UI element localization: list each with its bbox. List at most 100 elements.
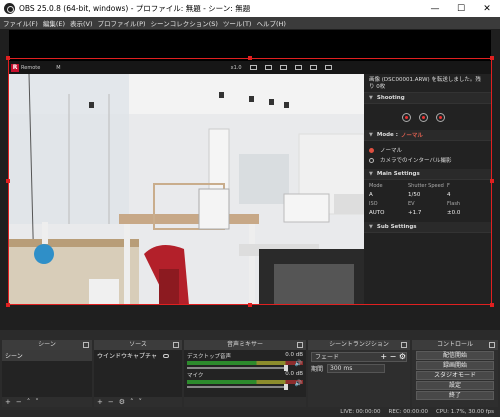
scene-item[interactable]: シーン bbox=[2, 350, 92, 361]
popout-icon[interactable] bbox=[83, 342, 89, 348]
sources-dock-header: ソース bbox=[94, 340, 182, 350]
menu-help[interactable]: ヘルプ(H) bbox=[256, 18, 285, 28]
volume-slider[interactable] bbox=[187, 384, 288, 390]
histogram-icon[interactable] bbox=[324, 65, 332, 70]
camera-settings-panel: 画像 (DSC00001.ARW) を転送しました。残り 0枚 ▼ Shooti… bbox=[364, 74, 491, 305]
setting-value-mode[interactable]: A bbox=[369, 192, 408, 198]
minimize-button[interactable]: — bbox=[422, 4, 448, 14]
record-button-icon[interactable] bbox=[402, 112, 411, 122]
menu-profile[interactable]: プロファイル(P) bbox=[98, 18, 146, 28]
sources-title: ソース bbox=[129, 341, 147, 348]
mixer-channel-mic: マイク 0.0 dB 🔊 bbox=[184, 369, 306, 390]
refresh-icon[interactable] bbox=[249, 65, 257, 70]
transitions-title: シーントランジション bbox=[329, 341, 389, 348]
down-icon[interactable]: ˅ bbox=[35, 398, 39, 406]
mixer-channel-desktop: デスクトップ音声 0.0 dB 🔊 bbox=[184, 350, 306, 371]
radio-selected-icon[interactable] bbox=[369, 147, 374, 153]
radio-icon[interactable] bbox=[369, 157, 374, 163]
speaker-icon[interactable]: 🔊 bbox=[295, 380, 302, 387]
speaker-icon[interactable]: 🔊 bbox=[295, 360, 302, 367]
setting-label-f: F bbox=[447, 183, 450, 189]
popout-icon[interactable] bbox=[173, 342, 179, 348]
cpu-status: CPU: 1.7%, 30.00 fps bbox=[435, 409, 494, 415]
focus-icon[interactable] bbox=[279, 65, 287, 70]
add-icon[interactable]: + bbox=[97, 398, 103, 406]
remove-icon[interactable]: − bbox=[16, 398, 22, 406]
sub-settings-header[interactable]: ▼ Sub Settings bbox=[364, 222, 491, 233]
source-item-label: ウインドウキャプチャ bbox=[97, 353, 157, 360]
duration-input[interactable]: 300 ms bbox=[327, 364, 386, 373]
overlay-icon[interactable] bbox=[309, 65, 317, 70]
up-icon[interactable]: ˄ bbox=[27, 398, 31, 406]
shooting-section-header[interactable]: ▼ Shooting bbox=[364, 93, 491, 104]
setting-value-ev[interactable]: +1.7 bbox=[408, 210, 447, 216]
down-icon[interactable]: ˅ bbox=[139, 398, 143, 406]
setting-value-shutter[interactable]: 1/50 bbox=[408, 192, 447, 198]
chevron-down-icon: ▼ bbox=[369, 132, 373, 138]
scenes-dock-header: シーン bbox=[2, 340, 92, 350]
camera-live-view bbox=[9, 74, 364, 305]
setting-label-flash: Flash bbox=[447, 201, 461, 207]
shooting-title: Shooting bbox=[376, 95, 405, 101]
mode-section-header[interactable]: ▼ Mode : ノーマル bbox=[364, 130, 491, 141]
transfer-message: 画像 (DSC00001.ARW) を転送しました。残り 0枚 bbox=[364, 74, 491, 93]
add-remove-transition-icons[interactable]: + − ⚙ bbox=[380, 352, 406, 361]
menu-file[interactable]: ファイル(F) bbox=[3, 18, 38, 28]
obs-app-icon bbox=[4, 3, 15, 14]
up-icon[interactable]: ˄ bbox=[130, 398, 134, 406]
start-recording-button[interactable]: 録画開始 bbox=[416, 361, 494, 370]
popout-icon[interactable] bbox=[401, 342, 407, 348]
channel-name: デスクトップ音声 bbox=[187, 354, 232, 360]
main-settings-header[interactable]: ▼ Main Settings bbox=[364, 169, 491, 180]
add-icon[interactable]: + bbox=[5, 398, 11, 406]
studio-mode-button[interactable]: スタジオモード bbox=[416, 371, 494, 380]
mixer-body: デスクトップ音声 0.0 dB 🔊 マイク 0.0 dB 🔊 bbox=[184, 350, 306, 397]
grid-icon[interactable] bbox=[264, 65, 272, 70]
transitions-dock-header: シーントランジション bbox=[308, 340, 410, 350]
timelapse-button-icon[interactable] bbox=[436, 112, 445, 122]
channel-db: 0.0 dB bbox=[285, 352, 303, 358]
rec-status: REC: 00:00:00 bbox=[388, 409, 428, 415]
chevron-down-icon: ▼ bbox=[369, 224, 373, 230]
mode-option-interval[interactable]: カメラでのインターバル撮影 bbox=[369, 156, 486, 164]
scenes-title: シーン bbox=[38, 341, 56, 348]
mode-option-normal[interactable]: ノーマル bbox=[369, 146, 486, 154]
mode-option-normal-label: ノーマル bbox=[380, 148, 403, 154]
office-scene-image bbox=[9, 74, 364, 305]
remove-icon[interactable]: − bbox=[108, 398, 114, 406]
menu-edit[interactable]: 編集(E) bbox=[43, 18, 65, 28]
setting-value-flash[interactable]: ±0.0 bbox=[447, 210, 486, 216]
exit-button[interactable]: 終了 bbox=[416, 391, 494, 400]
maximize-button[interactable]: ☐ bbox=[448, 4, 474, 14]
duration-row: 期間 300 ms bbox=[308, 364, 410, 373]
shutter-button-icon[interactable] bbox=[419, 112, 428, 122]
menu-tools[interactable]: ツール(T) bbox=[223, 18, 252, 28]
mode-value: ノーマル bbox=[400, 133, 423, 139]
menu-scene-collection[interactable]: シーンコレクション(S) bbox=[151, 18, 218, 28]
setting-value-f[interactable]: 4 bbox=[447, 192, 486, 198]
popout-icon[interactable] bbox=[297, 342, 303, 348]
camera-remote-toolbar: R Remote M x1.0 bbox=[9, 61, 491, 74]
channel-db: 0.0 dB bbox=[285, 371, 303, 377]
display-icon[interactable] bbox=[294, 65, 302, 70]
shooting-body bbox=[364, 104, 491, 130]
window-title: OBS 25.0.8 (64-bit, windows) - プロファイル: 無… bbox=[19, 4, 251, 13]
mode-title: Mode : bbox=[376, 132, 398, 138]
setting-value-iso[interactable]: AUTO bbox=[369, 210, 408, 216]
visibility-eye-icon[interactable] bbox=[162, 354, 169, 358]
popout-icon[interactable] bbox=[489, 342, 495, 348]
controls-title: コントロール bbox=[436, 341, 473, 348]
scenes-dock: シーン シーン + − ˄ ˅ bbox=[2, 340, 92, 407]
menu-view[interactable]: 表示(V) bbox=[70, 18, 93, 28]
channel-name: マイク bbox=[187, 373, 204, 379]
setting-label-mode: Mode bbox=[369, 183, 383, 189]
start-streaming-button[interactable]: 配信開始 bbox=[416, 351, 494, 360]
source-item[interactable]: ウインドウキャプチャ bbox=[94, 350, 182, 361]
gear-icon[interactable]: ⚙ bbox=[119, 398, 125, 406]
volume-slider[interactable] bbox=[187, 365, 288, 371]
sources-list: ウインドウキャプチャ bbox=[94, 350, 182, 397]
dock-area: シーン シーン + − ˄ ˅ ソース ウインドウキャプチャ + − ⚙ ˄ ˅… bbox=[0, 330, 500, 417]
settings-button[interactable]: 設定 bbox=[416, 381, 494, 390]
close-button[interactable]: ✕ bbox=[474, 4, 500, 14]
audio-mixer-dock: 音声ミキサー デスクトップ音声 0.0 dB 🔊 マイク 0.0 dB 🔊 bbox=[184, 340, 306, 407]
